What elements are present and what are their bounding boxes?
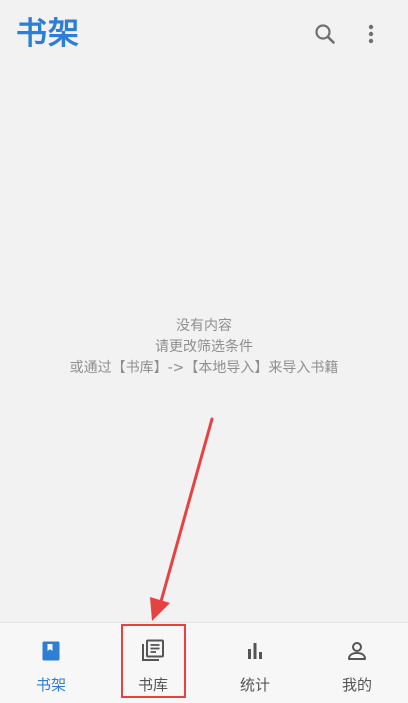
app-bar: 书架 (0, 0, 408, 70)
nav-item-mine[interactable]: 我的 (306, 623, 408, 703)
empty-state-import-hint: 或通过【书库】->【本地导入】来导入书籍 (69, 360, 339, 376)
bottom-nav: 书架 书库 统计 我的 (0, 622, 408, 703)
nav-item-library[interactable]: 书库 (102, 623, 204, 703)
nav-label-mine: 我的 (341, 676, 372, 694)
screen: 书架 没有内容 请更改筛选条件 或通过【书库】->【本地导入】来导入书籍 书架 … (0, 0, 408, 703)
person-icon (345, 637, 369, 665)
more-vert-icon (359, 22, 383, 46)
bar-chart-icon (243, 637, 267, 665)
library-icon (140, 637, 166, 665)
bookshelf-icon (39, 637, 63, 665)
nav-label-bookshelf: 书架 (35, 676, 66, 694)
empty-state-hint: 请更改筛选条件 (155, 339, 253, 355)
more-options-button[interactable] (355, 18, 387, 50)
search-button[interactable] (309, 18, 341, 50)
nav-item-statistics[interactable]: 统计 (204, 623, 306, 703)
search-icon (313, 22, 337, 46)
nav-item-bookshelf[interactable]: 书架 (0, 623, 102, 703)
empty-state: 没有内容 请更改筛选条件 或通过【书库】->【本地导入】来导入书籍 (0, 316, 408, 379)
nav-label-library: 书库 (137, 676, 168, 694)
nav-label-statistics: 统计 (239, 676, 270, 694)
page-title: 书架 (16, 16, 80, 52)
empty-state-title: 没有内容 (176, 318, 232, 334)
